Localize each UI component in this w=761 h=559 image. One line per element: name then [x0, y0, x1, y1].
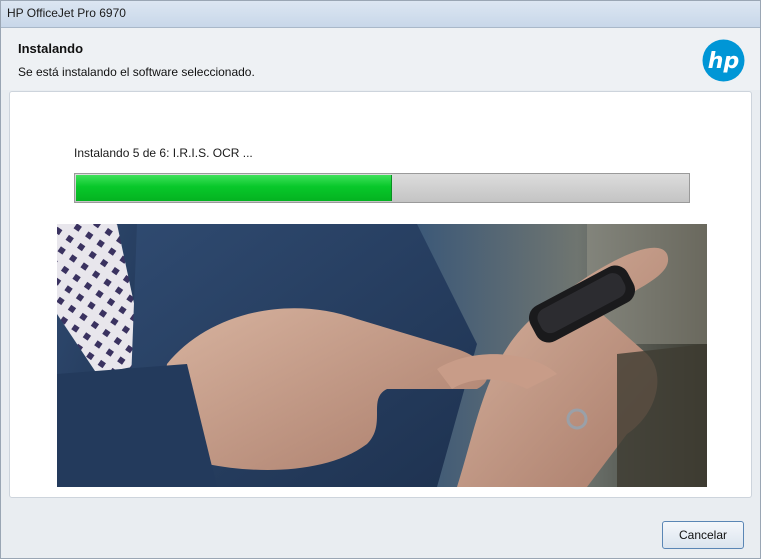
hp-logo-icon: hp — [702, 39, 745, 82]
progress-bar — [74, 173, 690, 203]
promo-photo — [57, 224, 707, 487]
window-title: HP OfficeJet Pro 6970 — [7, 6, 126, 20]
hp-logo-text: hp — [708, 49, 739, 74]
installer-window: HP OfficeJet Pro 6970 Instalando Se está… — [0, 0, 761, 559]
page-title: Instalando — [18, 41, 84, 56]
page-subtitle: Se está instalando el software seleccion… — [18, 65, 255, 79]
cancel-button[interactable]: Cancelar — [662, 521, 744, 549]
wizard-header: Instalando Se está instalando el softwar… — [1, 28, 760, 90]
wizard-footer: Cancelar — [1, 499, 760, 558]
promo-photo-illustration — [57, 224, 707, 487]
progress-bar-fill — [76, 175, 392, 201]
content-panel: Instalando 5 de 6: I.R.I.S. OCR ... — [9, 91, 752, 498]
title-bar[interactable]: HP OfficeJet Pro 6970 — [1, 1, 760, 28]
install-status-text: Instalando 5 de 6: I.R.I.S. OCR ... — [74, 146, 253, 160]
